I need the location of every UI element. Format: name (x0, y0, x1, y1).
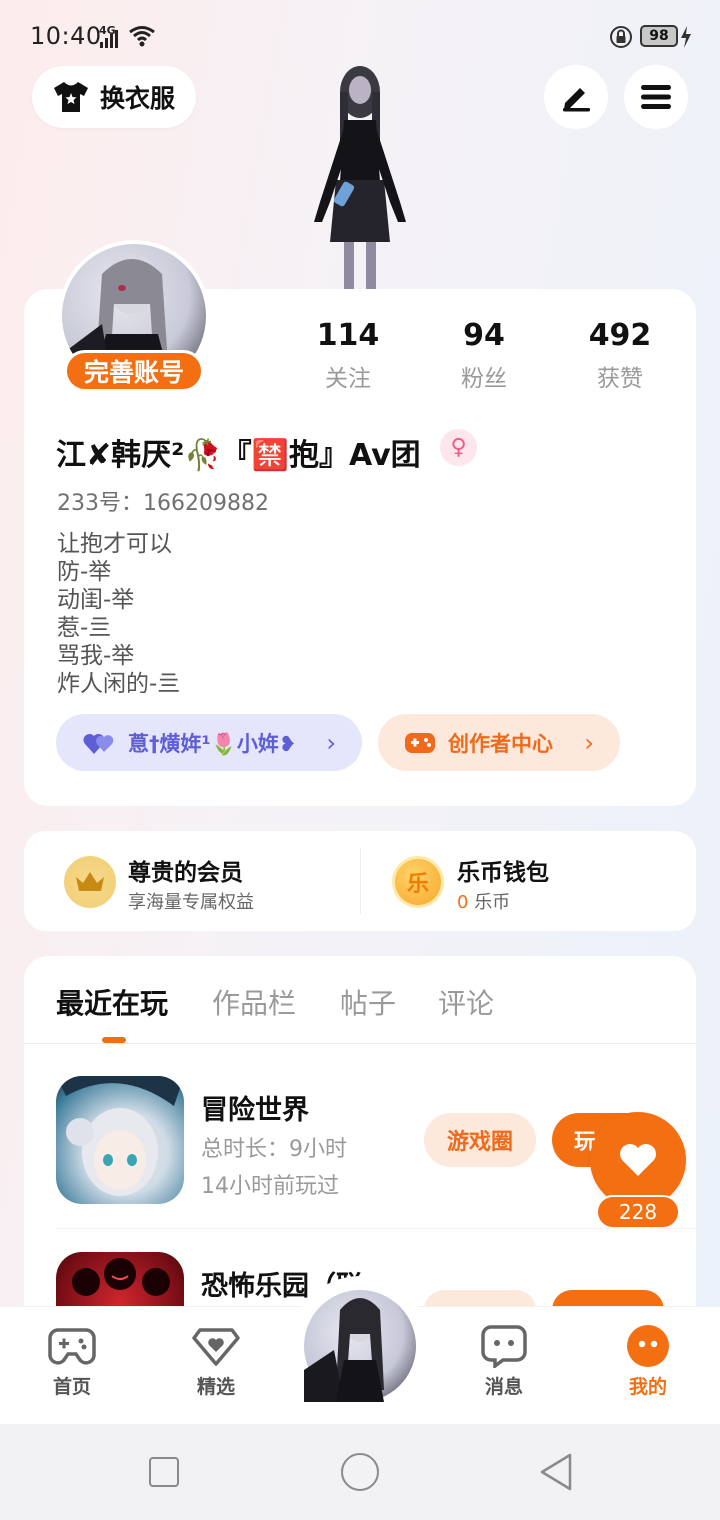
stat-following-value: 114 (316, 318, 380, 353)
creator-center-label: 创作者中心 (448, 731, 553, 756)
stat-following[interactable]: 114 关注 (293, 318, 403, 393)
vip-title[interactable]: 尊贵的会员 (128, 853, 243, 887)
menu-icon (641, 85, 671, 109)
tab-works[interactable]: 作品栏 (212, 982, 296, 1022)
complete-account-button[interactable]: 完善账号 (64, 350, 204, 392)
nav-mine-label: 我的 (628, 1376, 667, 1398)
shirt-icon (54, 82, 88, 112)
user-id: 233号：166209882 (57, 491, 269, 516)
chevron-right-icon: › (326, 728, 336, 757)
signal-icon (100, 30, 118, 48)
stat-following-label: 关注 (325, 366, 371, 392)
stat-followers[interactable]: 94 粉丝 (429, 318, 539, 393)
stat-followers-label: 粉丝 (461, 366, 507, 392)
female-gender-icon: ♀ (440, 429, 477, 466)
bio-line: 炸人闲的-亖 (57, 671, 181, 697)
game-last-played: 14小时前玩过 (201, 1174, 339, 1199)
bio-line: 让抱才可以 (57, 531, 172, 557)
nav-messages-label: 消息 (484, 1376, 523, 1398)
bio-line: 骂我-举 (57, 643, 135, 669)
back-icon[interactable] (538, 1452, 574, 1492)
game-thumbnail[interactable] (56, 1076, 184, 1204)
fan-group-label: 蒠†熿姩¹🌷小姩❥ (128, 731, 297, 756)
wallet-unit: 乐币 (474, 892, 511, 913)
status-time: 10:40 (30, 22, 102, 50)
fan-group-button[interactable]: 蒠†熿姩¹🌷小姩❥ › (56, 714, 362, 771)
change-outfit-label: 换衣服 (100, 84, 176, 113)
chevron-right-icon: › (584, 728, 594, 757)
bio-line: 防-举 (57, 559, 112, 585)
tab-comments[interactable]: 评论 (438, 982, 494, 1022)
avatar-character-figure[interactable] (300, 52, 420, 292)
bio-line: 惹-亖 (57, 615, 112, 641)
tab-recently-played[interactable]: 最近在玩 (56, 982, 168, 1022)
wallet-amount: 0 (457, 892, 469, 913)
bio: 让抱才可以 防-举 动闺-举 惹-亖 骂我-举 炸人闲的-亖 (57, 530, 180, 698)
bio-line: 动闺-举 (57, 587, 135, 613)
game-title[interactable]: 冒险世界 (201, 1088, 309, 1127)
wallet-balance: 0 乐币 (457, 888, 510, 914)
game-total-time: 总时长：9小时 (201, 1137, 347, 1162)
tab-posts[interactable]: 帖子 (340, 982, 396, 1022)
nav-featured[interactable]: 精选 (168, 1324, 264, 1399)
battery-indicator: 98 (640, 25, 678, 47)
creator-center-button[interactable]: 创作者中心 › (378, 714, 620, 771)
home-icon[interactable] (341, 1453, 379, 1491)
menu-button[interactable] (624, 65, 688, 129)
coin-icon[interactable]: 乐 (392, 856, 444, 908)
game-circle-button[interactable]: 游戏圈 (424, 1113, 536, 1167)
like-button[interactable] (590, 1112, 686, 1208)
divider (360, 848, 361, 914)
wallet-title[interactable]: 乐币钱包 (457, 853, 549, 887)
nav-home[interactable]: 首页 (24, 1324, 120, 1399)
heart-badge-icon (192, 1328, 240, 1366)
divider (56, 1228, 696, 1229)
stat-likes[interactable]: 492 获赞 (565, 318, 675, 393)
edit-pen-icon (563, 88, 590, 112)
nickname: 江✘韩厌²🥀『🈲抱』Av团 (56, 438, 421, 473)
gamepad-icon (48, 1328, 96, 1365)
divider (24, 1043, 696, 1044)
like-count: 228 (596, 1195, 680, 1229)
nav-featured-label: 精选 (196, 1376, 235, 1398)
heart-icon (620, 1144, 656, 1176)
stat-likes-value: 492 (588, 318, 652, 353)
charging-icon (681, 26, 691, 48)
profile-dots-icon (627, 1325, 669, 1367)
nav-mine[interactable]: 我的 (600, 1324, 696, 1399)
chat-icon (481, 1325, 527, 1368)
edit-profile-button[interactable] (544, 65, 608, 129)
rotation-lock-icon (610, 26, 632, 48)
nav-home-label: 首页 (52, 1376, 91, 1398)
vip-subtitle: 享海量专属权益 (128, 892, 254, 913)
stat-followers-value: 94 (463, 318, 505, 353)
recents-icon[interactable] (149, 1457, 179, 1487)
gamepad-icon (405, 732, 435, 753)
crown-icon[interactable] (64, 856, 116, 908)
double-heart-icon (83, 733, 114, 754)
change-outfit-button[interactable]: 换衣服 (32, 66, 196, 128)
wifi-icon (129, 26, 155, 47)
center-avatar-button[interactable] (304, 1290, 416, 1402)
stat-likes-label: 获赞 (597, 366, 643, 392)
nav-messages[interactable]: 消息 (456, 1324, 552, 1399)
